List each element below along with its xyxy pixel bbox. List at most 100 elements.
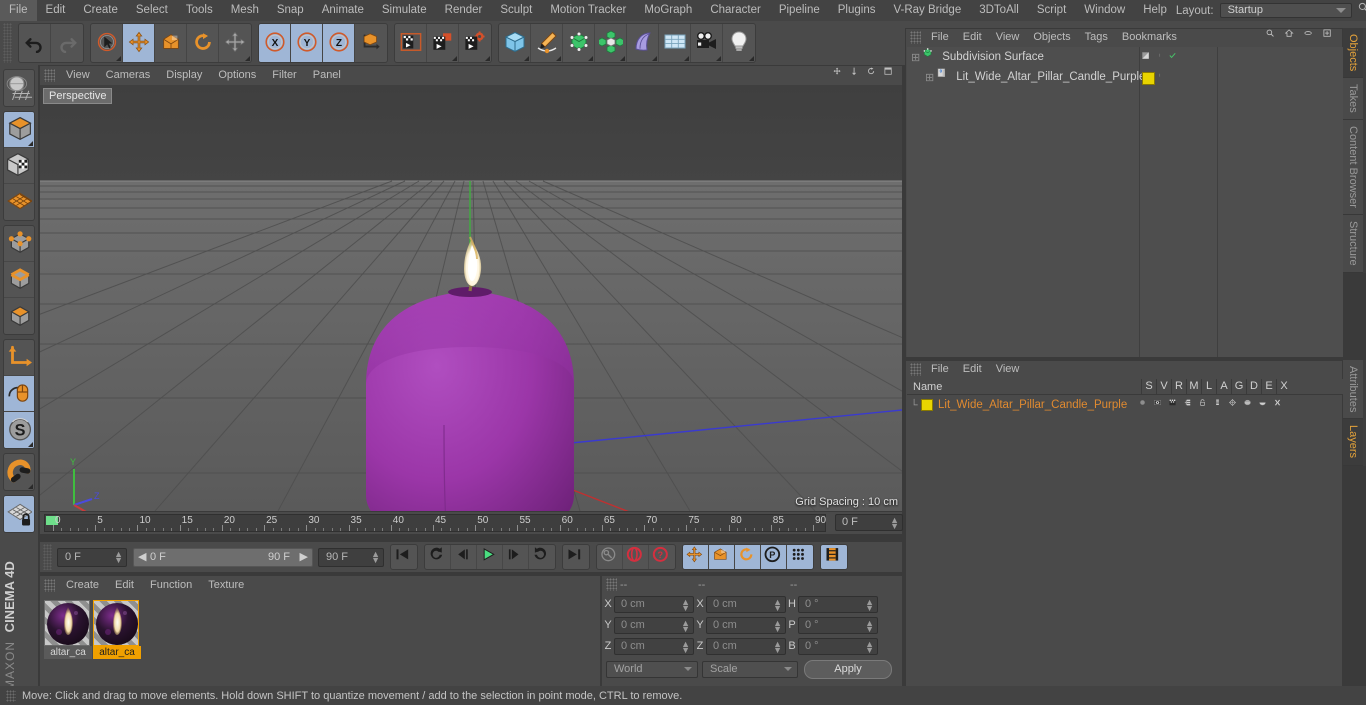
viewport-menu-view[interactable]: View bbox=[58, 66, 98, 85]
layer-color-swatch[interactable] bbox=[921, 399, 933, 411]
submenu-corner-icon[interactable] bbox=[28, 484, 33, 489]
material-swatch[interactable]: altar_ca bbox=[44, 600, 92, 659]
tool-move[interactable] bbox=[123, 24, 155, 62]
tool-magnet[interactable] bbox=[4, 454, 34, 490]
spinner-icon[interactable]: ▲ ▼ bbox=[114, 549, 123, 564]
layer-menu-view[interactable]: View bbox=[989, 361, 1027, 378]
tool-soft-selection[interactable]: S bbox=[4, 412, 34, 448]
coord-pos-1-field[interactable]: 0 cm ▲ ▼ bbox=[614, 616, 694, 634]
menu-item-v-ray-bridge[interactable]: V-Ray Bridge bbox=[884, 0, 970, 21]
apply-button[interactable]: Apply bbox=[804, 660, 892, 679]
submenu-corner-icon[interactable] bbox=[620, 56, 625, 61]
material-grip[interactable] bbox=[44, 578, 55, 592]
layer-cell-lock[interactable] bbox=[1198, 398, 1213, 412]
transport-previous-key[interactable] bbox=[425, 545, 451, 569]
expand-toggle-icon[interactable]: ⊞ bbox=[925, 71, 934, 84]
menu-item-snap[interactable]: Snap bbox=[268, 0, 313, 21]
layer-column-m[interactable]: M bbox=[1186, 378, 1201, 395]
object-menu-view[interactable]: View bbox=[989, 29, 1027, 46]
menu-item-render[interactable]: Render bbox=[436, 0, 492, 21]
transport-start-field[interactable]: 0 F ▲ ▼ bbox=[57, 547, 127, 567]
tool-axis-modify[interactable] bbox=[4, 340, 34, 376]
oval-icon[interactable] bbox=[1304, 29, 1318, 46]
dock-tab-content-browser[interactable]: Content Browser bbox=[1343, 120, 1363, 215]
tool-scale[interactable] bbox=[155, 24, 187, 62]
dock-tab-attributes[interactable]: Attributes bbox=[1343, 360, 1363, 420]
layout-dropdown[interactable]: Startup bbox=[1219, 3, 1352, 18]
submenu-corner-icon[interactable] bbox=[116, 56, 121, 61]
tool-z-axis[interactable]: Z bbox=[323, 24, 355, 62]
tool-light[interactable] bbox=[723, 24, 755, 62]
tool-viewport-solo[interactable] bbox=[4, 376, 34, 412]
transport-scale-key[interactable] bbox=[709, 545, 735, 569]
spinner-icon[interactable]: ▲ ▼ bbox=[865, 597, 874, 612]
tool-camera[interactable] bbox=[691, 24, 723, 62]
layer-cell-solo-dot[interactable] bbox=[1138, 399, 1153, 412]
transport-pla-key[interactable]: P bbox=[761, 545, 787, 569]
new-layout-icon[interactable] bbox=[1323, 29, 1337, 46]
menu-item-3dtoall[interactable]: 3DToAll bbox=[970, 0, 1028, 21]
material-menu-function[interactable]: Function bbox=[142, 576, 200, 594]
transport-position-key[interactable] bbox=[683, 545, 709, 569]
submenu-corner-icon[interactable] bbox=[245, 56, 250, 61]
material-tag[interactable] bbox=[1142, 71, 1155, 85]
transport-parameter-key[interactable] bbox=[787, 545, 813, 569]
layer-cell-render-clapper[interactable] bbox=[1168, 399, 1183, 412]
object-manager-list[interactable]: ⊞ Subdivision Surface ⊞ 0 Lit_Wide_Altar_Pil… bbox=[907, 47, 1343, 357]
object-manager-grip[interactable] bbox=[910, 31, 921, 44]
menu-item-script[interactable]: Script bbox=[1028, 0, 1075, 21]
layer-cell-visible-eye[interactable] bbox=[1153, 399, 1168, 412]
layer-column-r[interactable]: R bbox=[1171, 378, 1186, 395]
spinner-icon[interactable]: ▲ ▼ bbox=[865, 639, 874, 654]
submenu-corner-icon[interactable] bbox=[749, 56, 754, 61]
layer-column-g[interactable]: G bbox=[1231, 378, 1246, 395]
tool-select-cursor[interactable] bbox=[91, 24, 123, 62]
menu-item-plugins[interactable]: Plugins bbox=[829, 0, 885, 21]
material-menu-texture[interactable]: Texture bbox=[200, 576, 252, 594]
material-swatch-area[interactable]: altar_ca altar_ca bbox=[42, 596, 598, 684]
transport-next-key[interactable] bbox=[529, 545, 555, 569]
home-icon[interactable] bbox=[1284, 29, 1299, 46]
search-icon[interactable] bbox=[1266, 29, 1280, 46]
expand-toggle-icon[interactable]: ⊞ bbox=[911, 51, 920, 64]
spinner-icon[interactable]: ▲ ▼ bbox=[681, 639, 690, 654]
transport-go-to-start[interactable] bbox=[391, 545, 417, 569]
tool-texture-mode[interactable] bbox=[4, 148, 34, 184]
timeline-ruler[interactable]: 0 5 10 15 20 25 30 35 40 45 50 55 60 65 70 75 80 85 90 bbox=[44, 514, 826, 532]
material-menu-edit[interactable]: Edit bbox=[107, 576, 142, 594]
tool-redo[interactable] bbox=[51, 24, 83, 62]
coordinates-grip[interactable] bbox=[606, 578, 617, 591]
menu-item-motion-tracker[interactable]: Motion Tracker bbox=[541, 0, 635, 21]
transport-play[interactable] bbox=[477, 545, 503, 569]
layer-cell-animation[interactable] bbox=[1213, 399, 1228, 412]
material-menu-create[interactable]: Create bbox=[58, 576, 107, 594]
timeline-frame-field[interactable]: 0 F ▲ ▼ bbox=[835, 514, 903, 531]
tool-model-mode[interactable] bbox=[4, 112, 34, 148]
viewport-menu-options[interactable]: Options bbox=[210, 66, 264, 85]
submenu-corner-icon[interactable] bbox=[485, 56, 490, 61]
spinner-icon[interactable]: ▲ ▼ bbox=[773, 639, 782, 654]
submenu-corner-icon[interactable] bbox=[652, 56, 657, 61]
status-grip[interactable] bbox=[6, 689, 16, 702]
submenu-corner-icon[interactable] bbox=[588, 56, 593, 61]
tool-render-settings[interactable] bbox=[459, 24, 491, 62]
layer-column-d[interactable]: D bbox=[1246, 378, 1261, 395]
submenu-corner-icon[interactable] bbox=[716, 56, 721, 61]
menu-item-window[interactable]: Window bbox=[1075, 0, 1134, 21]
tool-undo[interactable] bbox=[19, 24, 51, 62]
tool-nurbs-generator[interactable] bbox=[563, 24, 595, 62]
material-swatch[interactable]: altar_ca bbox=[93, 600, 141, 659]
spinner-icon[interactable]: ▲ ▼ bbox=[865, 618, 874, 633]
spinner-icon[interactable]: ▲ ▼ bbox=[773, 597, 782, 612]
transport-step-back[interactable] bbox=[451, 545, 477, 569]
tool-bend-deformer[interactable] bbox=[627, 24, 659, 62]
transport-end-field[interactable]: 90 F ▲ ▼ bbox=[318, 547, 384, 567]
coord-mode-dropdown[interactable]: Scale bbox=[702, 661, 798, 678]
menu-item-mesh[interactable]: Mesh bbox=[222, 0, 268, 21]
layer-column-a[interactable]: A bbox=[1216, 378, 1231, 395]
submenu-corner-icon[interactable] bbox=[684, 56, 689, 61]
menu-item-edit[interactable]: Edit bbox=[37, 0, 75, 21]
layer-column-v[interactable]: V bbox=[1156, 378, 1171, 395]
dock-tab-objects[interactable]: Objects bbox=[1343, 28, 1363, 79]
spinner-icon[interactable]: ▲ ▼ bbox=[890, 516, 899, 531]
